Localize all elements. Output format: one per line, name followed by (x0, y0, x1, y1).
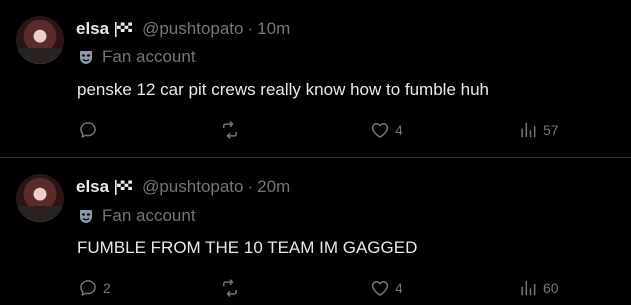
reply-button[interactable]: 2 (78, 276, 111, 300)
views-button[interactable]: 57 (518, 118, 559, 142)
reply-button[interactable] (78, 118, 103, 142)
tweet-header: elsa @pushtopato · 20m (76, 175, 290, 199)
views-icon (521, 122, 536, 138)
separator-dot: · (247, 19, 254, 38)
views-count: 57 (543, 122, 559, 138)
retweet-icon (223, 121, 237, 139)
like-count: 4 (395, 280, 403, 296)
theater-mask-icon (80, 210, 92, 223)
heart-icon (371, 281, 389, 296)
timestamp[interactable]: 10m (257, 19, 290, 39)
views-count: 60 (543, 280, 559, 296)
like-button[interactable]: 4 (370, 118, 403, 142)
reply-icon (80, 122, 96, 138)
tweet-actions: 2 4 60 (0, 276, 631, 300)
like-button[interactable]: 4 (370, 276, 403, 300)
checkered-flag-icon (115, 21, 133, 37)
heart-icon (371, 123, 389, 138)
avatar[interactable] (16, 174, 64, 222)
like-count: 4 (395, 122, 403, 138)
username-handle[interactable]: @pushtopato (142, 19, 243, 39)
views-button[interactable]: 60 (518, 276, 559, 300)
tweet[interactable]: elsa @pushtopato · 20m Fan account FUMBL… (0, 158, 631, 305)
username-handle[interactable]: @pushtopato (142, 177, 243, 197)
reply-count: 2 (103, 280, 111, 296)
retweet-button[interactable] (220, 276, 245, 300)
theater-mask-icon (80, 51, 92, 64)
tweet-header: elsa @pushtopato · 10m (76, 17, 290, 41)
reply-icon (80, 280, 96, 296)
views-icon (521, 280, 536, 296)
avatar[interactable] (16, 16, 64, 64)
badge-label: Fan account (102, 47, 196, 66)
display-name[interactable]: elsa (76, 19, 109, 39)
fan-account-badge: Fan account (78, 206, 196, 226)
display-name[interactable]: elsa (76, 177, 109, 197)
timestamp[interactable]: 20m (257, 177, 290, 197)
retweet-icon (223, 279, 237, 297)
badge-label: Fan account (102, 206, 196, 225)
tweet-text: FUMBLE FROM THE 10 TEAM IM GAGGED (77, 238, 418, 257)
checkered-flag-icon (115, 179, 133, 195)
separator-dot: · (247, 177, 254, 196)
tweet[interactable]: elsa @pushtopato · 10m Fan account pensk… (0, 0, 631, 157)
tweet-actions: 4 57 (0, 118, 631, 142)
retweet-button[interactable] (220, 118, 245, 142)
fan-account-badge: Fan account (78, 47, 196, 67)
tweet-text: penske 12 car pit crews really know how … (77, 80, 489, 99)
